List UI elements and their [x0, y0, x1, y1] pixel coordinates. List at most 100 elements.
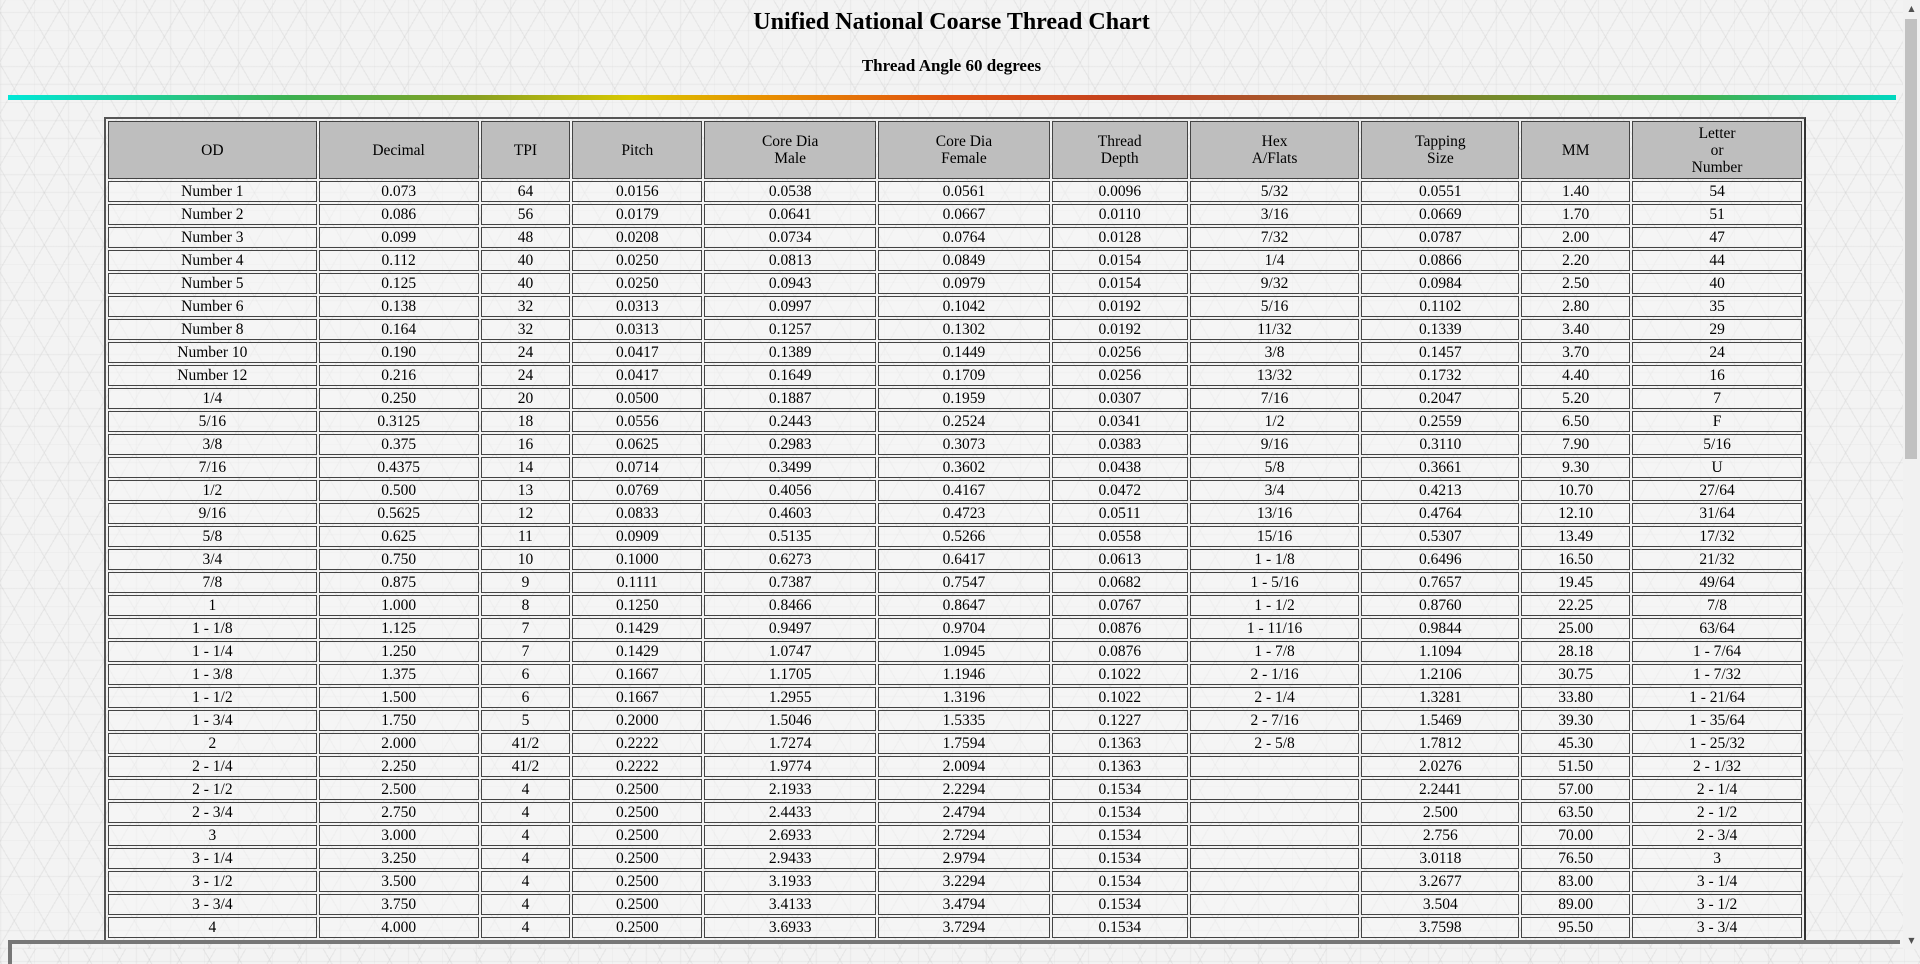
table-cell: 70.00: [1521, 825, 1631, 846]
page: Unified National Coarse Thread Chart Thr…: [0, 0, 1903, 964]
table-cell: 0.8760: [1361, 595, 1520, 616]
table-cell: 0.0511: [1051, 503, 1188, 524]
table-cell: 0.5135: [704, 526, 877, 547]
table-cell: [1189, 756, 1360, 777]
table-cell: 0.9704: [878, 618, 1050, 639]
table-cell: 0.0500: [572, 388, 703, 409]
table-cell: 0.0943: [704, 273, 877, 294]
table-cell: 0.4167: [878, 480, 1050, 501]
table-cell: 0.1227: [1051, 710, 1188, 731]
table-cell: 1 - 1/4: [108, 641, 317, 662]
table-cell: 0.0313: [572, 319, 703, 340]
table-row: 1/4 0.250 20 0.0500 0.1887 0.1959 0.0307 7/16 0.…: [108, 388, 1802, 409]
column-header-line: Depth: [1100, 150, 1139, 167]
table-row: Number 3 0.099 48 0.0208 0.0734 0.0764 0.0128 7…: [108, 227, 1802, 248]
table-cell: 7/32: [1189, 227, 1360, 248]
table-cell: 0.2500: [572, 871, 703, 892]
table-cell: 0.7657: [1361, 572, 1520, 593]
table-cell: 0.750: [318, 549, 479, 570]
table-cell: 1.500: [318, 687, 479, 708]
table-row: 5/8 0.625 11 0.0909 0.5135 0.5266 0.0558 15/16 0…: [108, 526, 1802, 547]
table-cell: 63/64: [1632, 618, 1802, 639]
page-subtitle: Thread Angle 60 degrees: [861, 56, 1042, 75]
table-cell: 89.00: [1521, 894, 1631, 915]
table-cell: 3/4: [1189, 480, 1360, 501]
table-cell: 0.375: [318, 434, 479, 455]
table-row: Number 6 0.138 32 0.0313 0.0997 0.1042 0.0192 5…: [108, 296, 1802, 317]
table-cell: 7: [1632, 388, 1802, 409]
table-row: 2 - 1/4 2.250 41/2 0.2222 1.9774 2.0094 0.1363…: [108, 756, 1802, 777]
vertical-scrollbar[interactable]: ▲ ▼: [1903, 0, 1920, 949]
column-header-line: Female: [941, 150, 987, 167]
column-header-line: Size: [1427, 150, 1454, 167]
thread-chart-table: OD Decimal TPI Pitch Core Dia Male Core Dia Fem…: [106, 119, 1804, 940]
table-row: 2 2.000 41/2 0.2222 1.7274 1.7594 0.1363 2 - 5/…: [108, 733, 1802, 754]
table-cell: 2 - 3/4: [1632, 825, 1802, 846]
table-cell: 0.0876: [1051, 618, 1188, 639]
table-cell: 0.138: [318, 296, 479, 317]
table-cell: 1.750: [318, 710, 479, 731]
table-cell: 0.1709: [878, 365, 1050, 386]
table-cell: 1 - 7/8: [1189, 641, 1360, 662]
table-cell: 0.0787: [1361, 227, 1520, 248]
table-cell: 45.30: [1521, 733, 1631, 754]
column-header-line: Pitch: [621, 141, 654, 159]
table-cell: [1189, 917, 1360, 938]
table-cell: 13.49: [1521, 526, 1631, 547]
scrollbar-thumb[interactable]: [1905, 19, 1917, 459]
table-cell: 51: [1632, 204, 1802, 225]
table-cell: 4: [480, 779, 571, 800]
table-cell: Number 10: [108, 342, 317, 363]
table-cell: 48: [480, 227, 571, 248]
table-cell: 33.80: [1521, 687, 1631, 708]
table-cell: 2 - 1/2: [108, 779, 317, 800]
table-cell: 3 - 1/2: [108, 871, 317, 892]
table-cell: 0.9497: [704, 618, 877, 639]
table-cell: 0.2047: [1361, 388, 1520, 409]
table-cell: 3.000: [318, 825, 479, 846]
table-cell: 1.0945: [878, 641, 1050, 662]
table-cell: 3.7598: [1361, 917, 1520, 938]
table-cell: 1.7274: [704, 733, 877, 754]
table-cell: 0.4056: [704, 480, 877, 501]
table-cell: 0.0341: [1051, 411, 1188, 432]
table-cell: 3 - 1/4: [1632, 871, 1802, 892]
table-cell: 17/32: [1632, 526, 1802, 547]
scroll-down-arrow-icon[interactable]: ▼: [1903, 932, 1920, 949]
table-cell: 0.6496: [1361, 549, 1520, 570]
table-cell: 5: [480, 710, 571, 731]
table-cell: 0.0110: [1051, 204, 1188, 225]
table-cell: 1/4: [108, 388, 317, 409]
table-cell: 3.750: [318, 894, 479, 915]
table-row: Number 5 0.125 40 0.0250 0.0943 0.0979 0.0154 9…: [108, 273, 1802, 294]
table-row: 3 - 1/2 3.500 4 0.2500 3.1933 3.2294 0.1534 3.2…: [108, 871, 1802, 892]
table-cell: 9.30: [1521, 457, 1631, 478]
table-row: Number 2 0.086 56 0.0179 0.0641 0.0667 0.0110 3…: [108, 204, 1802, 225]
table-cell: [1189, 802, 1360, 823]
table-cell: 2.2294: [878, 779, 1050, 800]
table-cell: 1/2: [108, 480, 317, 501]
table-cell: 0.2443: [704, 411, 877, 432]
table-row: 3 3.000 4 0.2500 2.6933 2.7294 0.1534 2.756 70.0…: [108, 825, 1802, 846]
table-row: 3/8 0.375 16 0.0625 0.2983 0.3073 0.0383 9/16 0.…: [108, 434, 1802, 455]
table-cell: 2 - 1/4: [1189, 687, 1360, 708]
table-cell: 32: [480, 296, 571, 317]
table-cell: 27/64: [1632, 480, 1802, 501]
table-cell: 0.1534: [1051, 917, 1188, 938]
table-row: 1 - 3/4 1.750 5 0.2000 1.5046 1.5335 0.1227 2 -…: [108, 710, 1802, 731]
table-cell: 0.099: [318, 227, 479, 248]
table-cell: 0.0313: [572, 296, 703, 317]
table-cell: 1.5469: [1361, 710, 1520, 731]
scroll-up-arrow-icon[interactable]: ▲: [1903, 0, 1920, 17]
table-cell: 1.9774: [704, 756, 877, 777]
column-header-line: Core Dia: [935, 133, 993, 150]
table-row: 7/8 0.875 9 0.1111 0.7387 0.7547 0.0682 1 - 5/1…: [108, 572, 1802, 593]
table-row: 1 - 1/2 1.500 6 0.1667 1.2955 1.3196 0.1022 2 -…: [108, 687, 1802, 708]
table-cell: 0.0813: [704, 250, 877, 271]
column-header-line: Tapping: [1415, 133, 1466, 150]
table-cell: 0.0734: [704, 227, 877, 248]
table-cell: 2 - 5/8: [1189, 733, 1360, 754]
table-cell: 1.2106: [1361, 664, 1520, 685]
table-cell: 2: [108, 733, 317, 754]
table-cell: 13: [480, 480, 571, 501]
